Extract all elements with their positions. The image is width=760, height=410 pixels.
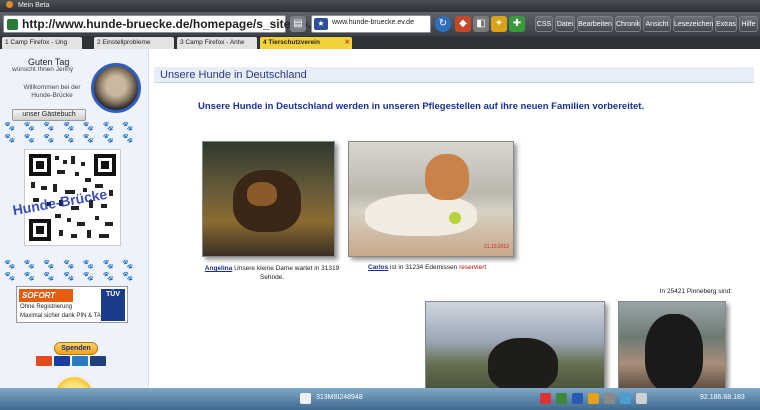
paw-print-border-icon: 🐾 🐾 🐾 🐾 🐾 🐾 🐾 [4, 259, 137, 269]
main-content: Unsere Hunde in Deutschland Unsere Hunde… [150, 49, 760, 388]
dog-logo-image [91, 63, 141, 113]
os-taskbar: 313M8I248948 92.186.68.183 [0, 388, 760, 410]
menu-bearbeiten[interactable]: Bearbeiten [577, 16, 613, 32]
addon-gray-icon[interactable]: ◧ [473, 16, 489, 32]
tab-einstellprobleme[interactable]: 2 Einstellprobleme [94, 37, 174, 49]
navigation-toolbar: http://www.hunde-bruecke.de/homepage/s_s… [0, 12, 760, 36]
search-input[interactable]: www.hunde-bruecke.ev.de [332, 19, 414, 26]
menu-chronik[interactable]: Chronik [615, 16, 641, 32]
mastercard-icon [36, 356, 52, 366]
sofort-line-2: Maximal sicher dank PIN & TAN [20, 313, 106, 319]
sofort-logo: SOFORT [19, 289, 73, 302]
tab-label: 1 Camp Firefox - Ung [5, 39, 68, 46]
donate-button[interactable]: Spenden [54, 342, 98, 355]
dog-photo-pinneberg-2[interactable] [618, 301, 726, 388]
intro-text: Unsere Hunde in Deutschland werden in un… [198, 101, 645, 112]
volume-icon[interactable] [636, 393, 647, 404]
tab-strip: 1 Camp Firefox - Ung 2 Einstellprobleme … [0, 36, 760, 49]
paw-print-border-icon: 🐾 🐾 🐾 🐾 🐾 🐾 🐾 [4, 271, 137, 281]
menu-css[interactable]: CSS [535, 16, 553, 32]
address-bar[interactable]: http://www.hunde-bruecke.de/homepage/s_s… [3, 15, 318, 33]
dog-photo-angelina[interactable] [202, 141, 335, 257]
dog-description: ist in 31234 Edemissen [390, 264, 458, 271]
tray-app-icon[interactable] [300, 393, 311, 404]
location-caption: In 25421 Pinneberg sind: [659, 288, 732, 295]
window-titlebar: Mein Beta [0, 0, 760, 12]
close-tab-icon[interactable]: ✕ [345, 37, 350, 49]
tennis-ball-icon [449, 212, 461, 224]
menu-extras[interactable]: Extras [715, 16, 737, 32]
search-bar[interactable]: ★ www.hunde-bruecke.ev.de [311, 15, 431, 33]
dog-figure [645, 314, 703, 388]
guestbook-button[interactable]: unser Gästebuch [12, 109, 86, 121]
menu-hilfe[interactable]: Hilfe [739, 16, 758, 32]
menu-ansicht[interactable]: Ansicht [643, 16, 671, 32]
tuv-badge: TÜV [101, 289, 125, 321]
network-icon[interactable] [620, 393, 631, 404]
sun-decoration-icon [52, 374, 96, 388]
page-heading: Unsere Hunde in Deutschland [154, 67, 754, 83]
welcome-text: Willkommen bei der Hunde-Brücke [23, 84, 81, 99]
paypal-icon [90, 356, 106, 366]
browser-icon [6, 1, 13, 8]
tray-orange-icon[interactable] [588, 393, 599, 404]
dog-head [425, 154, 469, 200]
search-engine-icon[interactable]: ★ [314, 18, 328, 30]
dog-figure [488, 338, 558, 388]
photo-date-stamp: 21.10.2012 [483, 244, 509, 250]
sidebar: 🐾 🐾 🐾 🐾 🐾 🐾 🐾 🐾 🐾 🐾 🐾 🐾 🐾 🐾 🐾 🐾 🐾 🐾 🐾 🐾 … [0, 49, 149, 388]
tab-tierschutzverein[interactable]: 4 Tierschutzverein ✕ [260, 37, 352, 49]
addon-green-icon[interactable]: ✚ [509, 16, 525, 32]
caption-carlos: Carlos ist in 31234 Edemissen reserviert [368, 264, 486, 271]
page-viewport: 🐾 🐾 🐾 🐾 🐾 🐾 🐾 🐾 🐾 🐾 🐾 🐾 🐾 🐾 🐾 🐾 🐾 🐾 🐾 🐾 … [0, 49, 760, 388]
paw-print-border-icon: 🐾 🐾 🐾 🐾 🐾 🐾 🐾 [4, 121, 137, 131]
addon-red-icon[interactable]: ◆ [455, 16, 471, 32]
reserved-status: reserviert [459, 264, 487, 271]
dog-description: Unsere kleine Dame wartet in 31319 Sehnd… [234, 265, 340, 281]
paw-print-border-icon: 🐾 🐾 🐾 🐾 🐾 🐾 🐾 [4, 133, 137, 143]
tray-green-icon[interactable] [556, 393, 567, 404]
dog-name-link[interactable]: Carlos [368, 264, 388, 271]
dog-photo-pinneberg-1[interactable] [425, 301, 605, 388]
sofort-ueberweisung-banner[interactable]: SOFORT Ohne Registrierung Maximal sicher… [16, 286, 128, 323]
addon-yellow-icon[interactable]: ✦ [491, 16, 507, 32]
reload-icon[interactable]: ↻ [435, 16, 451, 32]
tray-blue-icon[interactable] [572, 393, 583, 404]
dog-photo-carlos[interactable]: 21.10.2012 [348, 141, 514, 257]
sofort-line-1: Ohne Registrierung [20, 304, 73, 310]
tray-red-icon[interactable] [540, 393, 551, 404]
tray-gray-icon[interactable] [604, 393, 615, 404]
menu-datei[interactable]: Datei [555, 16, 575, 32]
dog-name-link[interactable]: Angelina [205, 265, 232, 272]
tab-label: 4 Tierschutzverein [263, 39, 320, 46]
tab-label: 3 Camp Firefox - Antw [180, 39, 245, 46]
tab-camp-firefox[interactable]: 1 Camp Firefox - Ung [2, 37, 82, 49]
page-info-icon[interactable]: ▤ [290, 16, 306, 32]
taskbar-status-text: 313M8I248948 [316, 394, 363, 401]
tab-camp-firefox-antworten[interactable]: 3 Camp Firefox - Antw [177, 37, 257, 49]
dog-fur-highlight [247, 182, 277, 206]
taskbar-clock: 92.186.68.183 [700, 394, 745, 401]
greeting-subtitle: wünscht Ihnen Jenny [12, 66, 74, 73]
caption-angelina: Angelina Unsere kleine Dame wartet in 31… [198, 264, 346, 282]
menu-lesezeichen[interactable]: Lesezeichen [673, 16, 713, 32]
payment-methods [36, 356, 108, 366]
site-favicon-icon [7, 19, 18, 30]
visa-icon [54, 356, 70, 366]
amex-icon [72, 356, 88, 366]
bookmark-star-icon[interactable]: ☆ [272, 18, 282, 31]
tab-label: 2 Einstellprobleme [97, 39, 151, 46]
window-title: Mein Beta [17, 2, 50, 9]
